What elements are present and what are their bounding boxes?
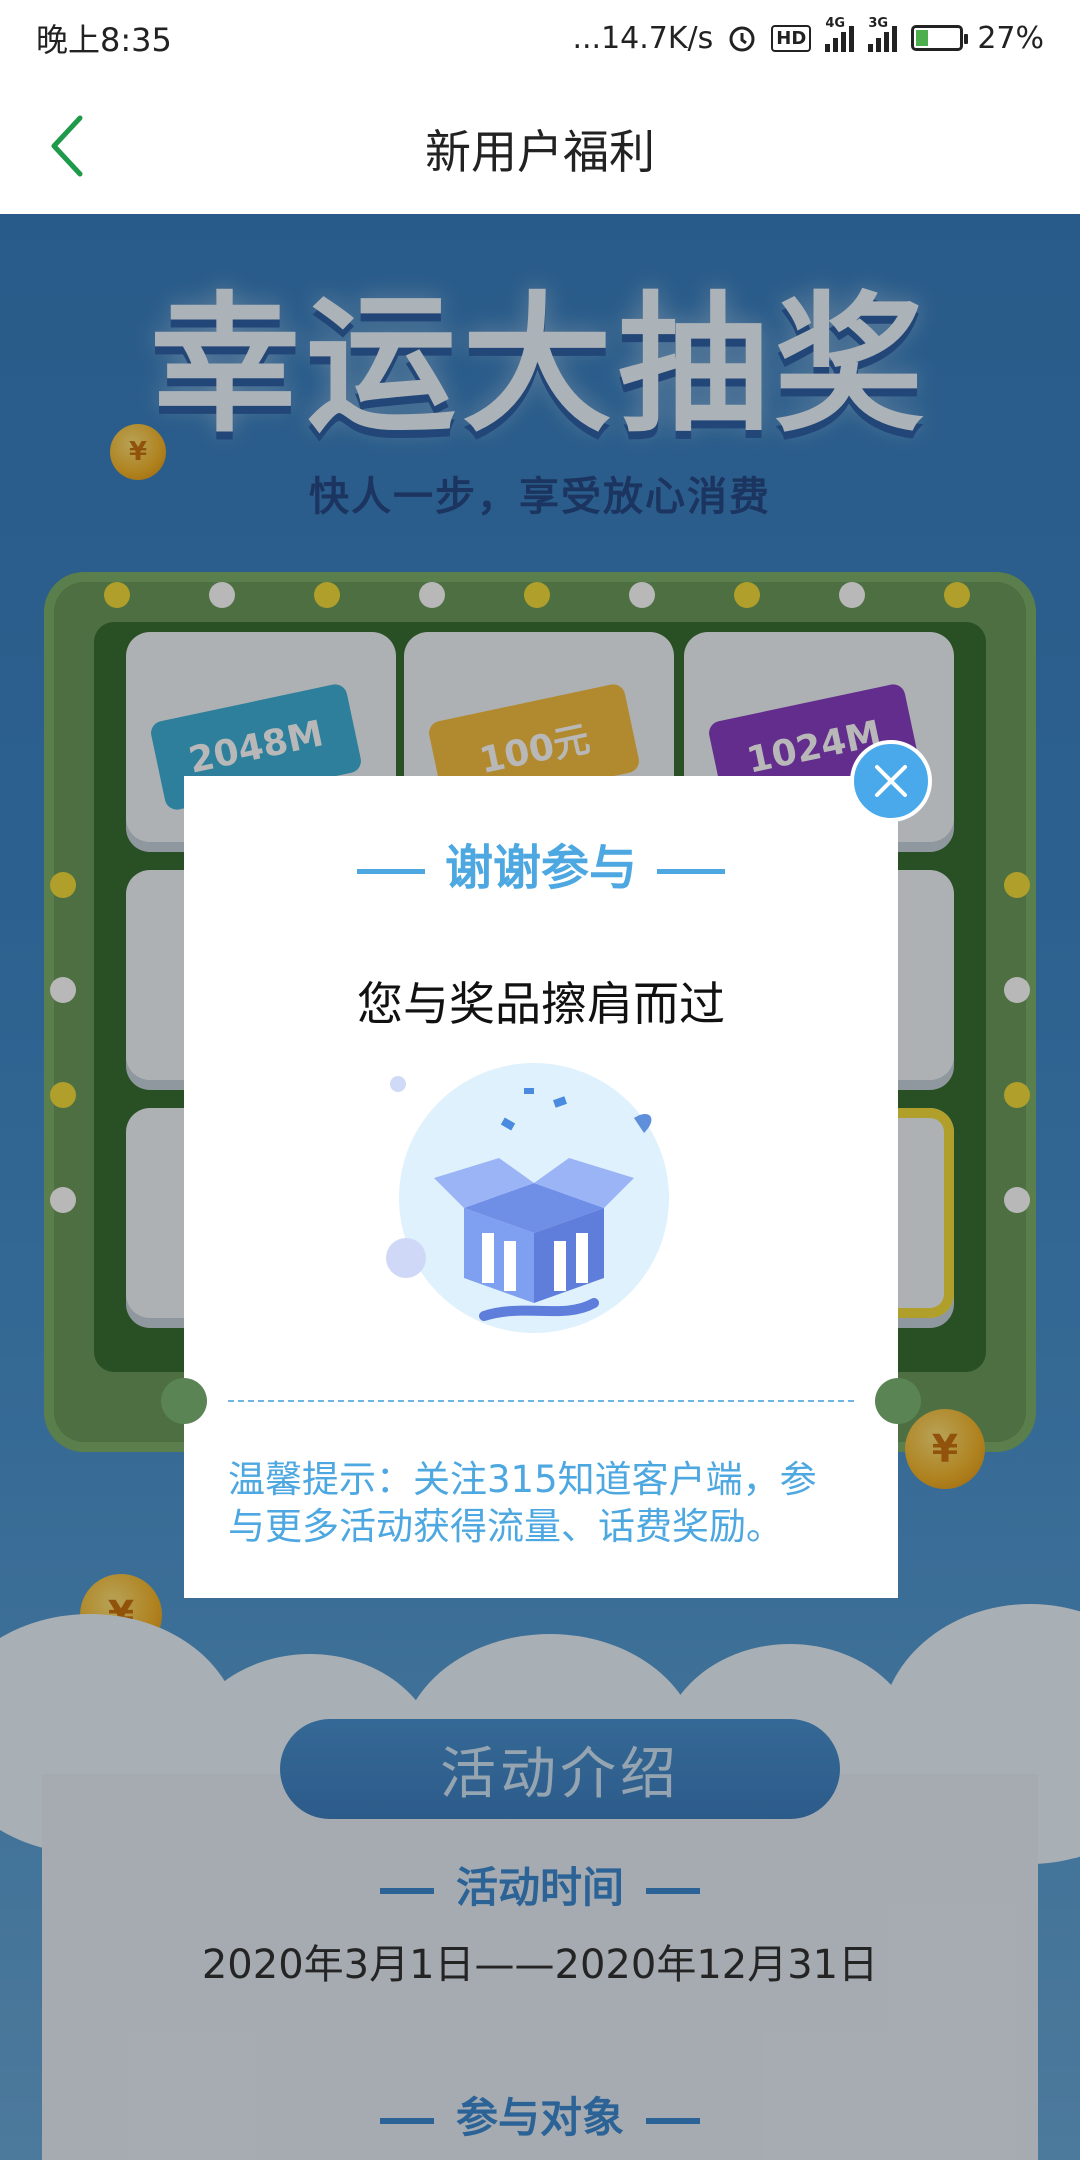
status-icons: ...14.7K/s HD 4G 3G 27% (572, 16, 1044, 56)
tip-text: 温馨提示：关注315知道客户端，参与更多活动获得流量、话费奖励。 (228, 1458, 817, 1548)
alarm-icon (727, 23, 757, 53)
page-title: 新用户福利 (425, 125, 655, 179)
modal-title: 谢谢参与 (184, 828, 898, 898)
signal-4g-icon: 4G (825, 16, 855, 52)
status-bar: 晚上8:35 ...14.7K/s HD 4G 3G 27% (0, 0, 1080, 76)
net-speed: ...14.7K/s (572, 20, 714, 56)
close-button[interactable] (850, 740, 932, 822)
modal-notch-right (875, 1378, 921, 1424)
battery-percent: 27% (977, 20, 1044, 56)
nav-bar: 新用户福利 (0, 76, 1080, 214)
divider (228, 1400, 854, 1402)
gift-box-icon (384, 1058, 684, 1338)
result-modal: 谢谢参与 您与奖品擦肩而过 温馨提示：关注315知道客户端，参与更多活动获得流量… (184, 776, 898, 1598)
status-time: 晚上8:35 (36, 21, 172, 59)
modal-notch-left (161, 1378, 207, 1424)
close-icon (875, 765, 907, 797)
hd-icon: HD (771, 24, 812, 52)
signal-3g-icon: 3G (868, 16, 898, 52)
battery-icon (911, 25, 969, 51)
modal-message: 您与奖品擦肩而过 (357, 977, 725, 1031)
